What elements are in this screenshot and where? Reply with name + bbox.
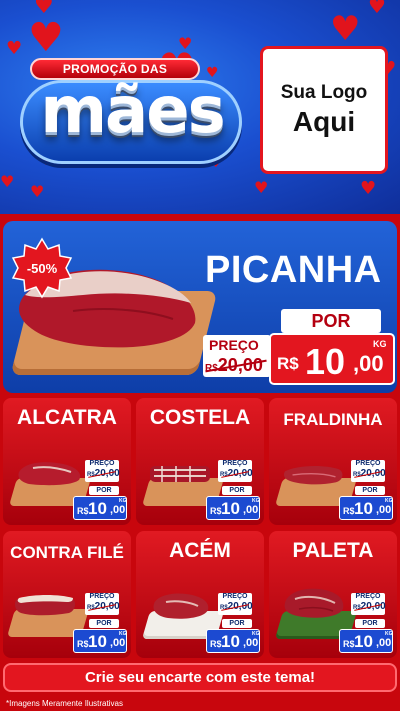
unit: KG: [119, 498, 127, 504]
price-int: 10: [221, 632, 240, 651]
new-price-tag: R$ 10 ,00 KG: [339, 496, 393, 520]
old-price-tag: PREÇO R$20,00: [218, 593, 253, 615]
currency: R$: [77, 639, 89, 649]
product-card-fraldinha[interactable]: FRALDINHA PREÇO R$20,00 POR R$ 10 ,00 KG: [269, 398, 397, 525]
product-card-paleta[interactable]: PALETA PREÇO R$20,00 POR R$ 10 ,00 KG: [269, 531, 397, 658]
preco-label: PREÇO: [355, 593, 381, 600]
unit: KG: [385, 631, 393, 637]
price-dec: ,00: [243, 637, 259, 649]
price-dec: ,00: [353, 351, 384, 376]
price-dec: ,00: [110, 637, 126, 649]
logo-line-1: Sua Logo: [280, 82, 368, 103]
price-dec: ,00: [243, 504, 259, 516]
preco-label: PREÇO: [89, 593, 115, 600]
preco-label: PREÇO: [222, 593, 248, 600]
price-int: 10: [88, 632, 107, 651]
header-banner: ♥ ♥ ♥ ♥ ♥ ♥ ♥ ♥ ♥ ♥ ♥ ♥ ♥ ♥ ♥ ♥ PROMOÇÃO…: [0, 0, 400, 214]
product-card-costela[interactable]: COSTELA PREÇO R$20,00 POR R$ 10 ,00 KG: [136, 398, 264, 525]
price-dec: ,00: [376, 504, 392, 516]
old-price-tag: PREÇO R$20,00: [203, 335, 271, 377]
heart-icon: ♥: [0, 172, 15, 191]
meat-image: [150, 466, 210, 482]
logo-line-2: Aqui: [292, 106, 356, 137]
logo-placeholder[interactable]: Sua Logo Aqui: [260, 46, 388, 174]
meat-image: [284, 588, 344, 618]
product-card-contra-file[interactable]: CONTRA FILÉ PREÇO R$20,00 POR R$ 10 ,00 …: [3, 531, 131, 658]
old-price-tag: PREÇO R$20,00: [85, 460, 120, 482]
product-card-acem[interactable]: ACÉM PREÇO R$20,00 POR R$ 10 ,00 KG: [136, 531, 264, 658]
new-price-tag: R$ 10 ,00 KG: [73, 496, 127, 520]
currency: R$: [277, 354, 299, 373]
product-name: FRALDINHA: [283, 410, 383, 429]
heart-icon: ♥: [368, 0, 386, 18]
por-label: POR: [89, 486, 119, 495]
preco-label: PREÇO: [355, 460, 381, 467]
currency: R$: [210, 506, 222, 516]
old-price-tag: PREÇO R$20,00: [351, 593, 386, 615]
unit: KG: [373, 339, 387, 349]
unit: KG: [252, 631, 260, 637]
heart-icon: ♥: [360, 178, 377, 199]
meat-image: [153, 593, 209, 619]
price-dec: ,00: [110, 504, 126, 516]
promo-word: mães: [40, 74, 225, 148]
old-price-tag: PREÇO R$20,00: [85, 593, 120, 615]
price-int: 10: [354, 499, 373, 518]
unit: KG: [385, 498, 393, 504]
discount-badge: -50%: [11, 237, 73, 299]
product-name: CONTRA FILÉ: [10, 543, 124, 562]
heart-icon: ♥: [254, 178, 269, 197]
unit: KG: [252, 498, 260, 504]
new-price-tag: R$ 10 ,00 KG: [339, 629, 393, 653]
meat-image: [14, 595, 76, 616]
promo-title: PROMOÇÃO DAS mães: [12, 52, 244, 172]
currency: R$: [210, 639, 222, 649]
price-int: 10: [305, 341, 346, 382]
preco-label: PREÇO: [89, 460, 115, 467]
disclaimer: *Imagens Meramente Ilustrativas: [6, 699, 123, 708]
new-price-tag: R$ 10 ,00 KG: [73, 629, 127, 653]
new-price-tag: R$ 10 ,00 KG: [206, 496, 260, 520]
por-label: POR: [355, 486, 385, 495]
product-name: PALETA: [292, 539, 374, 562]
old-price-tag: PREÇO R$20,00: [351, 460, 386, 482]
price-dec: ,00: [376, 637, 392, 649]
unit: KG: [119, 631, 127, 637]
new-price-tag: R$ 10 ,00 KG: [269, 333, 395, 385]
product-card-alcatra[interactable]: ALCATRA PREÇO R$20,00 POR R$ 10 ,00 KG: [3, 398, 131, 525]
currency: R$: [343, 639, 355, 649]
discount-text: -50%: [26, 260, 58, 276]
price-int: 10: [221, 499, 240, 518]
featured-product[interactable]: -50% PICANHA POR PREÇO R$20,00 R$ 10 ,00…: [3, 221, 397, 393]
product-name: COSTELA: [149, 406, 251, 429]
heart-icon: ♥: [30, 182, 45, 201]
preco-label: PREÇO: [222, 460, 248, 467]
preco-label: PREÇO: [209, 337, 259, 353]
por-label: POR: [222, 619, 252, 628]
old-price-tag: PREÇO R$20,00: [218, 460, 253, 482]
new-price-tag: R$ 10 ,00 KG: [206, 629, 260, 653]
product-name: ACÉM: [169, 539, 231, 562]
meat-image: [283, 465, 343, 485]
price-int: 10: [88, 499, 107, 518]
por-label: POR: [222, 486, 252, 495]
por-label: POR: [281, 309, 381, 333]
meat-image: [18, 462, 81, 486]
por-label: POR: [355, 619, 385, 628]
product-name: ALCATRA: [17, 406, 117, 429]
heart-icon: ♥: [330, 9, 361, 49]
cta-button[interactable]: Crie seu encarte com este tema!: [3, 663, 397, 692]
currency: R$: [77, 506, 89, 516]
por-label: POR: [89, 619, 119, 628]
featured-name: PICANHA: [205, 249, 382, 291]
price-int: 10: [354, 632, 373, 651]
currency: R$: [343, 506, 355, 516]
